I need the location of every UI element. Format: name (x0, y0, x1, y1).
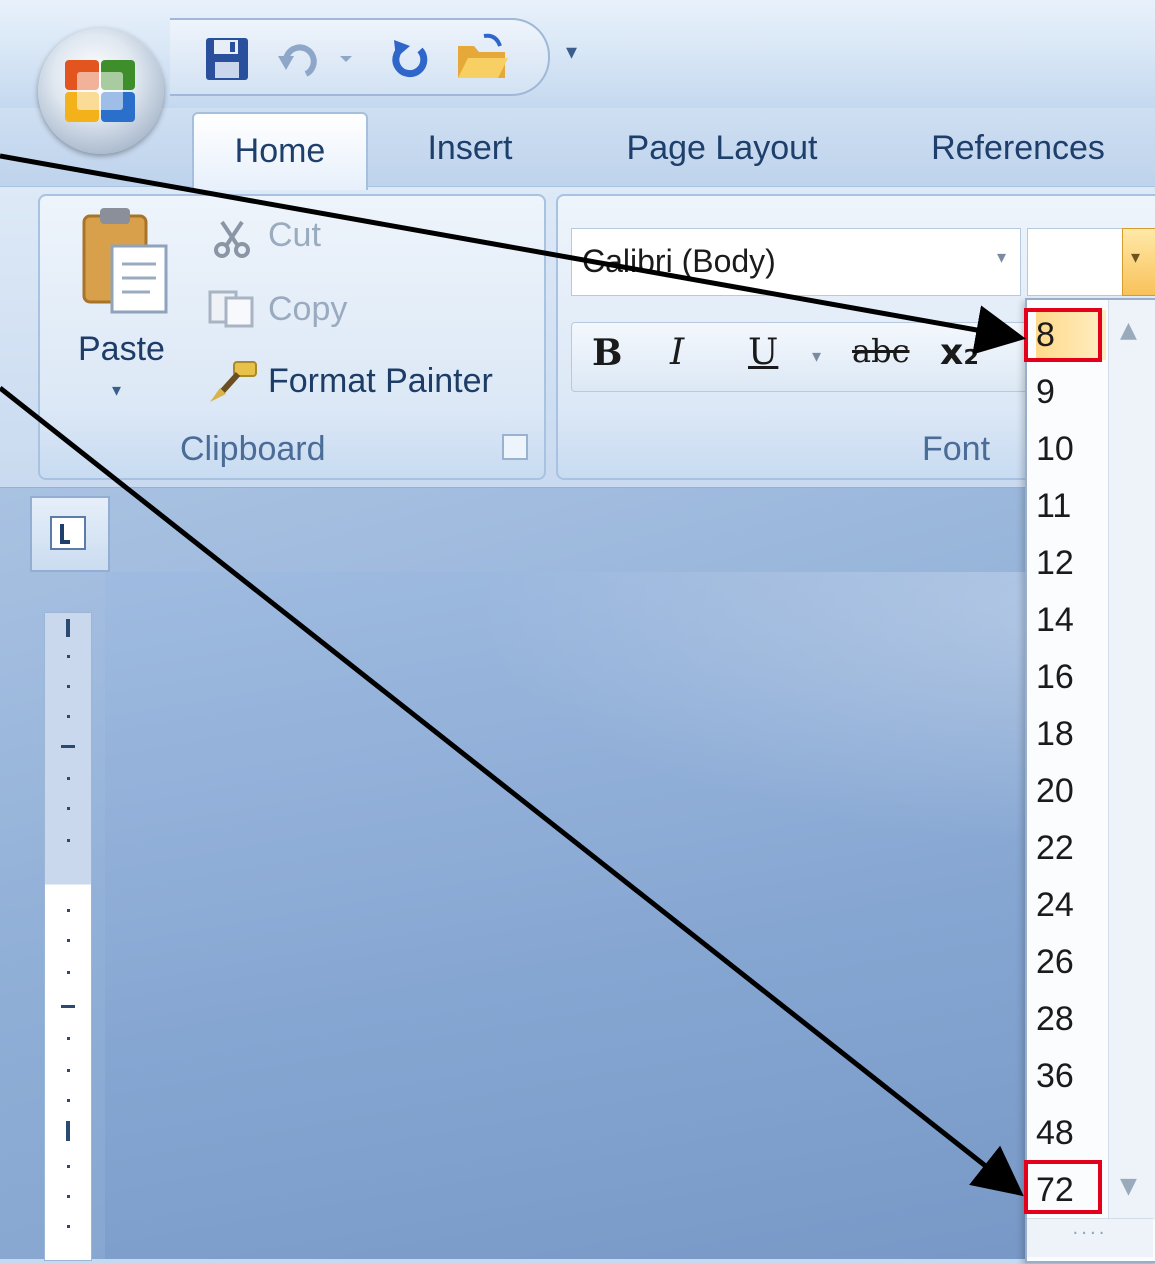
arrow-to-size-8 (0, 153, 1026, 355)
annotation-arrows (0, 153, 1026, 1197)
arrow-to-size-72 (0, 386, 1024, 1197)
